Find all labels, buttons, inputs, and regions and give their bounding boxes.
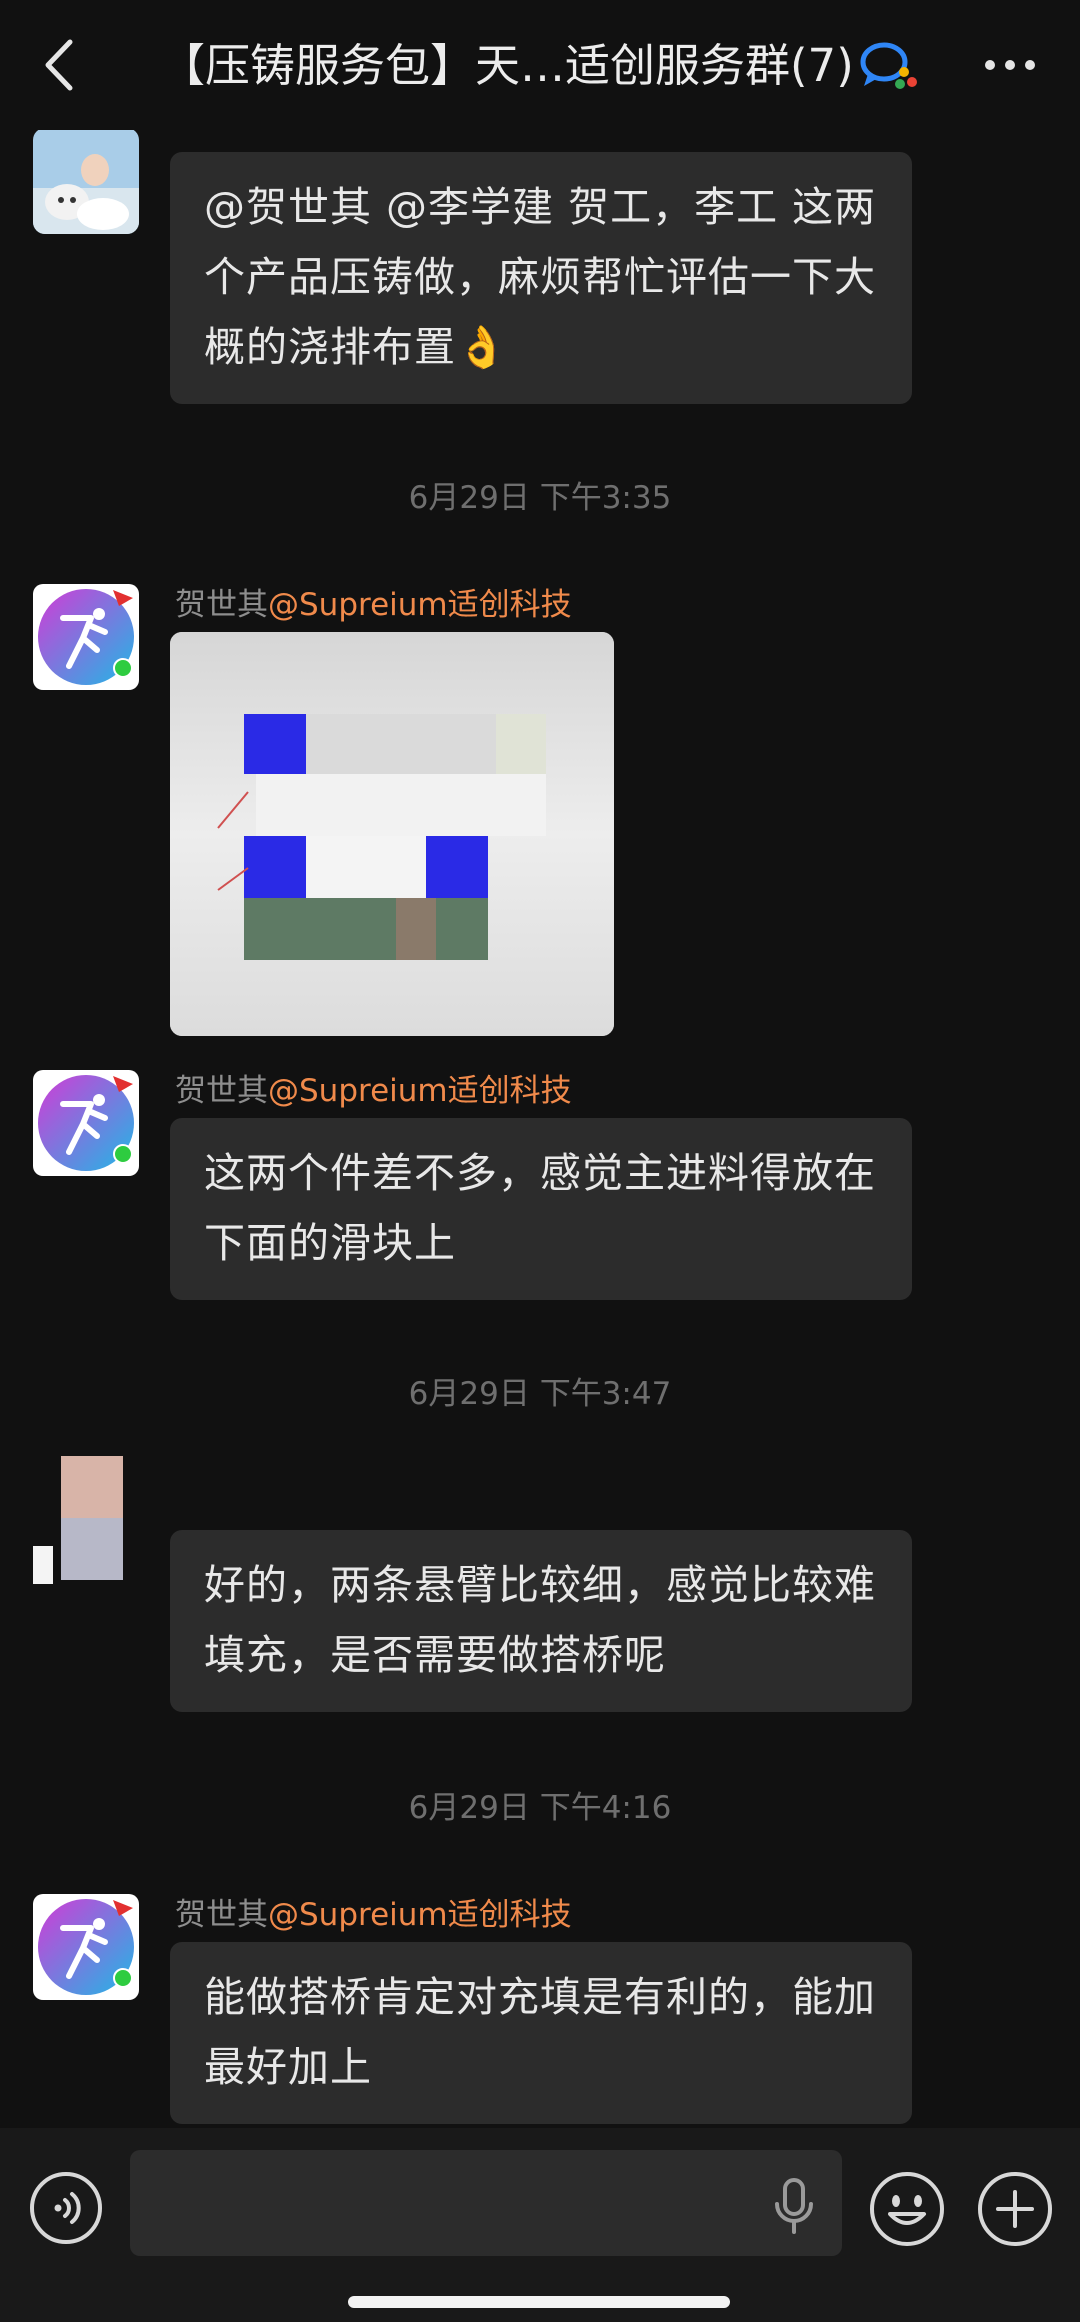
message-input[interactable]	[130, 2150, 842, 2256]
sender-avatar[interactable]	[33, 584, 139, 690]
sender-avatar[interactable]	[33, 128, 139, 234]
more-horizontal-icon	[985, 60, 1035, 70]
message-bubble[interactable]: @贺世其 @李学建 贺工，李工 这两个产品压铸做，麻烦帮忙评估一下大概的浇排布置…	[170, 152, 912, 404]
message-bubble[interactable]: 能做搭桥肯定对充填是有利的，能加最好加上	[170, 1942, 912, 2124]
sender-org: @Supreium适创科技	[268, 587, 572, 623]
home-indicator[interactable]	[348, 2296, 730, 2308]
chevron-left-icon	[45, 39, 73, 91]
sender-name: 贺世其@Supreium适创科技	[175, 1895, 572, 1935]
sender-avatar[interactable]	[33, 1456, 139, 1584]
emoji-icon	[870, 2172, 944, 2246]
voice-mode-icon	[30, 2172, 102, 2244]
microphone-icon[interactable]	[772, 2176, 816, 2238]
emoji-button[interactable]	[868, 2170, 946, 2248]
chat-screen: 【压铸服务包】天…适创服务群(7) @贺世其 @李学建 贺工，李工 这两个产品压…	[0, 0, 1080, 2322]
back-button[interactable]	[30, 30, 90, 100]
sender-org: @Supreium适创科技	[268, 1897, 572, 1933]
sender-org: @Supreium适创科技	[268, 1073, 572, 1109]
message-bubble[interactable]: 好的，两条悬臂比较细，感觉比较难填充，是否需要做搭桥呢	[170, 1530, 912, 1712]
plus-circle-icon	[978, 2172, 1052, 2246]
voice-mode-button[interactable]	[28, 2170, 104, 2246]
group-chat-icon[interactable]	[858, 38, 920, 94]
sender-name-text: 贺世其	[175, 1073, 268, 1109]
more-button[interactable]	[970, 40, 1050, 90]
sender-name-text: 贺世其	[175, 587, 268, 623]
sender-name: 贺世其@Supreium适创科技	[175, 585, 572, 625]
image-message[interactable]	[170, 632, 614, 1036]
sender-name: 贺世其@Supreium适创科技	[175, 1071, 572, 1111]
timestamp: 6月29日 下午4:16	[408, 1790, 672, 1826]
timestamp: 6月29日 下午3:47	[408, 1376, 672, 1412]
chat-header: 【压铸服务包】天…适创服务群(7)	[0, 0, 1080, 130]
timestamp: 6月29日 下午3:35	[408, 480, 672, 516]
message-bubble[interactable]: 这两个件差不多，感觉主进料得放在下面的滑块上	[170, 1118, 912, 1300]
plus-button[interactable]	[976, 2170, 1054, 2248]
input-bar	[0, 2128, 1080, 2322]
sender-name-text: 贺世其	[175, 1897, 268, 1933]
sender-avatar[interactable]	[33, 1894, 139, 2000]
chat-title[interactable]: 【压铸服务包】天…适创服务群(7)	[160, 36, 860, 96]
sender-avatar[interactable]	[33, 1070, 139, 1176]
